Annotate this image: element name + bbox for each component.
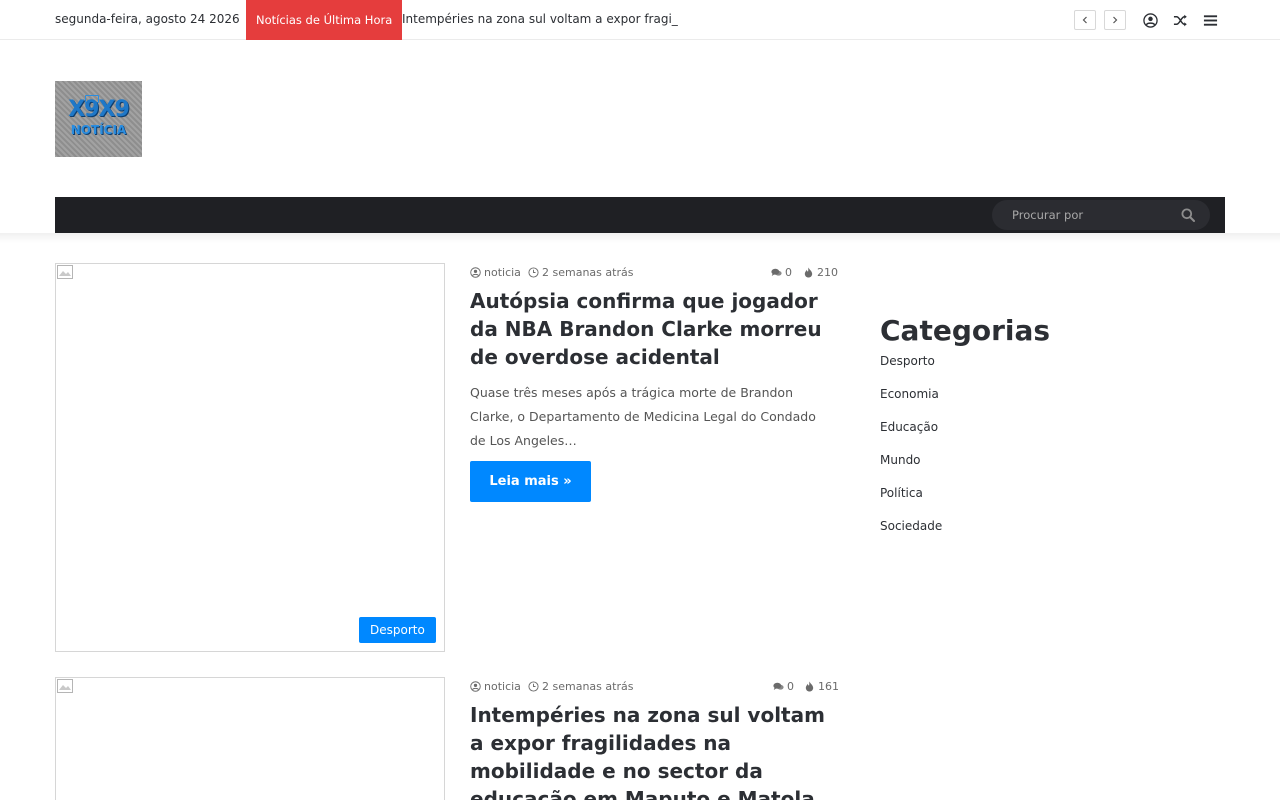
category-link[interactable]: Educação bbox=[880, 418, 942, 451]
post-date-text: 2 semanas atrás bbox=[542, 680, 634, 693]
top-bar: segunda-feira, agosto 24 2026 Notícias d… bbox=[0, 0, 1280, 40]
shuffle-icon bbox=[1173, 14, 1187, 26]
comments-icon bbox=[771, 268, 782, 277]
post-meta: noticia 2 semanas atrás 0 210 bbox=[470, 266, 838, 282]
post-author-name: noticia bbox=[484, 680, 521, 693]
logo-text-sub: NOTÍCIA bbox=[70, 123, 127, 137]
sidebar-toggle-button[interactable] bbox=[1201, 11, 1219, 29]
clock-icon bbox=[528, 267, 539, 278]
menu-icon bbox=[1203, 14, 1217, 26]
categories-list: Desporto Economia Educação Mundo Polític… bbox=[880, 352, 942, 550]
post-title[interactable]: Autópsia confirma que jogador da NBA Bra… bbox=[470, 287, 840, 371]
category-link[interactable]: Política bbox=[880, 484, 942, 517]
user-icon bbox=[1142, 12, 1158, 28]
random-post-button[interactable] bbox=[1171, 11, 1189, 29]
chevron-left-icon bbox=[1082, 16, 1087, 24]
post-excerpt: Quase três meses após a trágica morte de… bbox=[470, 385, 816, 448]
site-logo[interactable]: X9X9 NOTÍCIA bbox=[55, 81, 142, 157]
post-date: 2 semanas atrás bbox=[528, 680, 633, 693]
breaking-news-link[interactable]: Intempéries na zona sul voltam a expor f… bbox=[402, 12, 678, 26]
post-comments-count: 0 bbox=[785, 266, 792, 279]
user-icon bbox=[470, 681, 481, 692]
category-link[interactable]: Economia bbox=[880, 385, 942, 418]
post-category-badge[interactable]: Desporto bbox=[359, 617, 436, 643]
post-views-count: 210 bbox=[817, 266, 838, 279]
search-button[interactable] bbox=[1181, 207, 1197, 223]
clock-icon bbox=[528, 681, 539, 692]
post-views: 210 bbox=[803, 266, 838, 279]
post-meta: noticia 2 semanas atrás 0 161 bbox=[470, 680, 839, 696]
search-box bbox=[992, 200, 1210, 230]
categories-widget-title: Categorias bbox=[880, 314, 1051, 347]
current-date: segunda-feira, agosto 24 2026 bbox=[55, 12, 240, 26]
logo-text-main: X9X9 bbox=[68, 97, 130, 122]
post-views-count: 161 bbox=[818, 680, 839, 693]
login-button[interactable] bbox=[1141, 11, 1159, 29]
category-link[interactable]: Mundo bbox=[880, 451, 942, 484]
user-icon bbox=[470, 267, 481, 278]
post-thumbnail[interactable] bbox=[55, 677, 445, 800]
nav-shadow bbox=[0, 233, 1280, 243]
search-input[interactable] bbox=[1012, 200, 1172, 230]
post-title[interactable]: Intempéries na zona sul voltam a expor f… bbox=[470, 701, 840, 800]
breaking-news-label: Notícias de Última Hora bbox=[246, 0, 403, 40]
fire-icon bbox=[804, 267, 813, 278]
post-comments-count: 0 bbox=[787, 680, 794, 693]
fire-icon bbox=[805, 681, 814, 692]
broken-image-icon bbox=[57, 679, 73, 693]
breaking-next-button[interactable] bbox=[1104, 10, 1126, 30]
broken-image-icon bbox=[57, 265, 73, 279]
comments-icon bbox=[773, 682, 784, 691]
post-author[interactable]: noticia bbox=[470, 680, 521, 693]
category-link[interactable]: Sociedade bbox=[880, 517, 942, 550]
post-author-name: noticia bbox=[484, 266, 521, 279]
post-views: 161 bbox=[804, 680, 839, 693]
post-author[interactable]: noticia bbox=[470, 266, 521, 279]
search-icon bbox=[1181, 208, 1195, 222]
post-comments[interactable]: 0 bbox=[771, 266, 792, 279]
post-thumbnail[interactable] bbox=[55, 263, 445, 652]
post-comments[interactable]: 0 bbox=[773, 680, 794, 693]
post-date: 2 semanas atrás bbox=[528, 266, 633, 279]
breaking-prev-button[interactable] bbox=[1074, 10, 1096, 30]
chevron-right-icon bbox=[1113, 16, 1118, 24]
read-more-button[interactable]: Leia mais » bbox=[470, 461, 591, 502]
post-date-text: 2 semanas atrás bbox=[542, 266, 634, 279]
category-link[interactable]: Desporto bbox=[880, 352, 942, 385]
